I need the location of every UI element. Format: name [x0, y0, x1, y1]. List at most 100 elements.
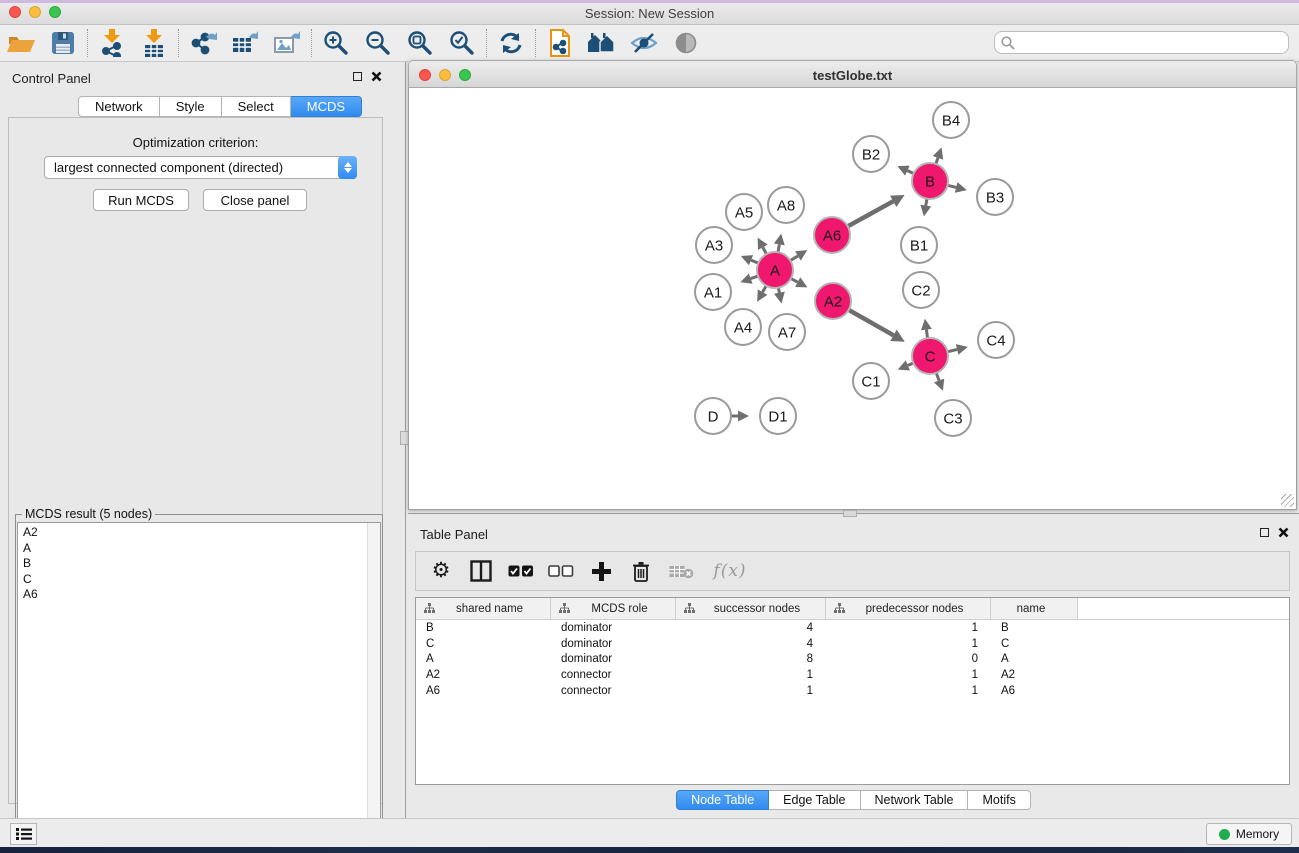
- table-cell[interactable]: 1: [826, 638, 991, 650]
- deselect-all-columns-button[interactable]: [548, 557, 574, 585]
- tab-edge-table[interactable]: Edge Table: [769, 790, 860, 810]
- column-header-shared-name[interactable]: shared name: [416, 598, 551, 619]
- table-cell[interactable]: 4: [676, 638, 826, 650]
- table-row[interactable]: Adominator80A: [416, 652, 1289, 668]
- table-row[interactable]: Cdominator41C: [416, 636, 1289, 652]
- add-column-button[interactable]: [588, 557, 614, 585]
- tab-select[interactable]: Select: [222, 96, 291, 117]
- close-panel-icon[interactable]: [371, 71, 382, 82]
- table-row[interactable]: A6connector11A6: [416, 683, 1289, 699]
- hide-selected-button[interactable]: [623, 27, 665, 59]
- tab-node-table[interactable]: Node Table: [676, 790, 769, 810]
- table-cell[interactable]: 0: [826, 653, 991, 665]
- table-cell[interactable]: C: [991, 638, 1078, 650]
- table-cell[interactable]: dominator: [551, 653, 676, 665]
- function-builder-button[interactable]: f(x): [708, 557, 752, 585]
- table-cell[interactable]: A2: [416, 669, 551, 681]
- optimization-criterion-label: Optimization criterion:: [9, 135, 382, 150]
- import-network-button[interactable]: [91, 27, 133, 59]
- delete-table-button[interactable]: [668, 557, 694, 585]
- table-cell[interactable]: connector: [551, 685, 676, 697]
- tab-motifs[interactable]: Motifs: [968, 790, 1030, 810]
- new-network-from-selection-button[interactable]: [539, 27, 581, 59]
- resize-grip-icon[interactable]: [1281, 494, 1294, 507]
- float-panel-icon[interactable]: [353, 72, 362, 81]
- table-row[interactable]: Bdominator41B: [416, 620, 1289, 636]
- document-network-icon: [547, 29, 573, 57]
- zoom-in-button[interactable]: [315, 27, 357, 59]
- network-window-titlebar[interactable]: testGlobe.txt: [408, 60, 1297, 88]
- result-item[interactable]: A2: [18, 525, 366, 541]
- application-window: Session: New Session: [0, 0, 1299, 853]
- table-cell[interactable]: 1: [826, 622, 991, 634]
- show-all-button[interactable]: [665, 27, 707, 59]
- table-cell[interactable]: A6: [416, 685, 551, 697]
- memory-button[interactable]: Memory: [1206, 823, 1292, 845]
- table-cell[interactable]: 1: [826, 669, 991, 681]
- node-label-C: C: [925, 349, 936, 366]
- first-neighbors-button[interactable]: [581, 27, 623, 59]
- delete-column-button[interactable]: [628, 557, 654, 585]
- mcds-result-list[interactable]: A2ABCA6: [17, 522, 381, 853]
- export-table-button[interactable]: [224, 27, 266, 59]
- network-canvas[interactable]: AA1A2A3A4A5A6A7A8BB1B2B3B4CC1C2C3C4DD1: [408, 88, 1297, 510]
- result-item[interactable]: B: [18, 556, 366, 572]
- select-all-columns-button[interactable]: [508, 557, 534, 585]
- tab-network[interactable]: Network: [78, 96, 160, 117]
- export-image-button[interactable]: [266, 27, 308, 59]
- table-cell[interactable]: connector: [551, 669, 676, 681]
- save-session-button[interactable]: [42, 27, 84, 59]
- result-item[interactable]: A6: [18, 587, 366, 603]
- table-cell[interactable]: A6: [991, 685, 1078, 697]
- table-cell[interactable]: A: [416, 653, 551, 665]
- table-cell[interactable]: dominator: [551, 622, 676, 634]
- zoom-fit-button[interactable]: [399, 27, 441, 59]
- tab-style[interactable]: Style: [160, 96, 222, 117]
- table-cell[interactable]: C: [416, 638, 551, 650]
- open-session-button[interactable]: [0, 27, 42, 59]
- table-cell[interactable]: 1: [826, 685, 991, 697]
- node-label-A: A: [770, 263, 780, 280]
- table-settings-button[interactable]: ⚙: [428, 557, 454, 585]
- search-input[interactable]: [994, 31, 1289, 54]
- table-cell[interactable]: 1: [676, 669, 826, 681]
- criterion-dropdown[interactable]: largest connected component (directed): [44, 156, 357, 179]
- close-panel-button[interactable]: Close panel: [203, 189, 307, 211]
- run-mcds-button[interactable]: Run MCDS: [93, 189, 189, 211]
- split-columns-button[interactable]: [468, 557, 494, 585]
- dropdown-stepper-icon: [338, 156, 357, 179]
- table-toolbar: ⚙: [415, 551, 1290, 591]
- import-table-button[interactable]: [133, 27, 175, 59]
- mcds-result-title: MCDS result (5 nodes): [22, 507, 155, 521]
- column-header-predecessor-nodes[interactable]: predecessor nodes: [826, 598, 991, 619]
- table-cell[interactable]: 4: [676, 622, 826, 634]
- result-list-scrollbar[interactable]: [367, 523, 380, 852]
- table-cell[interactable]: B: [991, 622, 1078, 634]
- table-cell[interactable]: A2: [991, 669, 1078, 681]
- export-network-button[interactable]: [182, 27, 224, 59]
- column-header-name[interactable]: name: [991, 598, 1078, 619]
- float-table-panel-icon[interactable]: [1260, 528, 1269, 537]
- tab-network-table[interactable]: Network Table: [861, 790, 969, 810]
- workspace: Control Panel NetworkStyleSelectMCDS Opt…: [0, 62, 1299, 818]
- column-header-MCDS-role[interactable]: MCDS role: [551, 598, 676, 619]
- result-item[interactable]: A: [18, 541, 366, 557]
- refresh-layout-button[interactable]: [490, 27, 532, 59]
- horizontal-splitter-handle[interactable]: [843, 510, 857, 517]
- table-cell[interactable]: A: [991, 653, 1078, 665]
- table-cell[interactable]: 8: [676, 653, 826, 665]
- result-item[interactable]: C: [18, 572, 366, 588]
- tab-mcds[interactable]: MCDS: [291, 96, 362, 117]
- zoom-selected-button[interactable]: [441, 27, 483, 59]
- zoom-out-button[interactable]: [357, 27, 399, 59]
- toolbar-separator: [87, 29, 88, 57]
- task-history-button[interactable]: [10, 823, 37, 845]
- table-cell[interactable]: dominator: [551, 638, 676, 650]
- table-cell[interactable]: B: [416, 622, 551, 634]
- column-header-successor-nodes[interactable]: successor nodes: [676, 598, 826, 619]
- control-panel-title: Control Panel: [12, 71, 91, 86]
- table-row[interactable]: A2connector11A2: [416, 667, 1289, 683]
- close-table-panel-icon[interactable]: [1278, 527, 1289, 538]
- column-header-label: successor nodes: [695, 603, 825, 615]
- table-cell[interactable]: 1: [676, 685, 826, 697]
